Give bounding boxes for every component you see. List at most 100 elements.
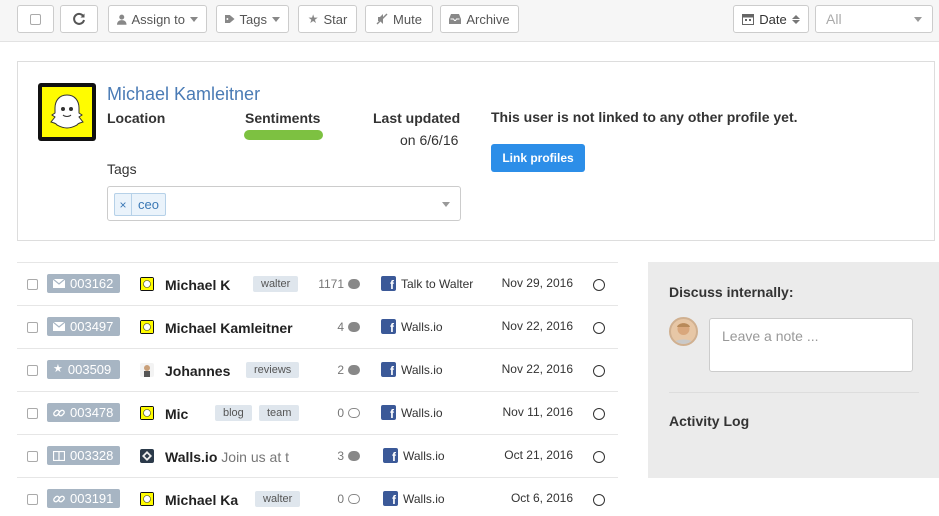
source-name: Walls.io [401,363,443,377]
row-tag[interactable]: blog [215,405,252,421]
conversation-id: 003191 [70,491,114,506]
comment-count: 1171 [308,277,360,291]
mute-button[interactable]: Mute [365,5,433,33]
row-checkbox[interactable] [27,322,38,333]
envelope-icon [53,279,65,288]
sort-arrows-icon [791,14,800,24]
conversation-id-badge[interactable]: 003162 [47,274,120,293]
conversation-id-badge[interactable]: ★ 003509 [47,360,120,379]
assign-to-label: Assign to [131,11,185,27]
comment-bubble-icon [348,408,360,418]
message-preview: Join us at t [221,449,289,465]
row-checkbox[interactable] [27,494,38,505]
mute-button-label: Mute [393,11,422,27]
sort-date-label: Date [759,11,787,27]
comment-bubble-icon [348,365,360,375]
snapchat-avatar-icon [42,87,92,137]
comment-count: 4 [308,320,360,334]
mute-icon [376,13,388,25]
status-radio[interactable] [593,365,605,377]
row-checkbox[interactable] [27,408,38,419]
archive-button[interactable]: Archive [440,5,519,33]
conversation-date: Nov 29, 2016 [501,276,573,290]
row-tag[interactable]: team [259,405,300,421]
list-item[interactable]: 003478 Mic blog team 0 f Walls.io Nov 11… [17,391,618,434]
avatar [140,363,154,377]
sort-date-button[interactable]: Date [733,5,809,33]
conversation-id-badge[interactable]: 003191 [47,489,120,508]
avatar [140,320,154,334]
facebook-icon: f [381,319,396,334]
comment-count: 2 [308,363,360,377]
source-name: Walls.io [403,449,445,463]
toolbar: Assign to Tags ★ Star Mute Archive Date … [0,0,939,42]
conversation-id-badge[interactable]: 003328 [47,446,120,465]
star-icon: ★ [307,12,319,26]
location-label: Location [107,110,166,126]
comment-bubble-icon [348,322,360,332]
filter-select[interactable]: All [815,5,933,33]
select-all-checkbox-button[interactable] [17,5,54,33]
tag-icon [225,15,235,23]
comment-bubble-icon [348,494,360,504]
tags-select[interactable]: × ceo [107,186,461,221]
status-radio[interactable] [593,322,605,334]
sender-name: Johannes [165,363,230,379]
conversation-id-badge[interactable]: 003478 [47,403,120,422]
refresh-icon [73,12,85,25]
sender-name-text: Johannes [165,363,231,379]
list-item[interactable]: 003328 Walls.io Join us at t 3 f Walls.i… [17,434,618,477]
status-radio[interactable] [593,408,605,420]
note-input[interactable] [709,318,913,372]
facebook-icon: f [381,276,396,291]
row-checkbox[interactable] [27,279,38,290]
user-name-link[interactable]: Michael Kamleitner [107,84,260,105]
status-radio[interactable] [593,279,605,291]
conversation-id-badge[interactable]: 003497 [47,317,120,336]
avatar [38,83,96,141]
facebook-icon: f [381,362,396,377]
sender-name-text: Mic [165,406,189,422]
sender-name-text: Michael K [165,277,231,293]
star-button-label: Star [323,11,348,27]
list-item[interactable]: 003191 Michael Ka walter 0 f Walls.io Oc… [17,477,618,516]
side-panel: Discuss internally: Activity Log [648,262,939,478]
assign-to-button[interactable]: Assign to [108,5,207,33]
calendar-icon [742,14,755,25]
source-name: Walls.io [403,492,445,506]
row-tag[interactable]: reviews [246,362,300,378]
tags-button[interactable]: Tags [216,5,289,33]
tag-chip-label: ceo [138,197,159,212]
columns-icon [53,450,65,461]
conversation-date: Oct 6, 2016 [510,491,573,505]
row-tag[interactable]: walter [253,276,299,292]
comment-count-value: 4 [337,320,344,334]
remove-tag-icon[interactable]: × [115,194,132,215]
status-radio[interactable] [593,494,605,506]
star-icon: ★ [53,363,63,375]
list-item[interactable]: ★ 003509 Johannes reviews 2 f Walls.io N… [17,348,618,391]
refresh-button[interactable] [60,5,98,33]
row-checkbox[interactable] [27,365,38,376]
conversation-date: Oct 21, 2016 [504,448,573,462]
conversation-id: 003478 [70,405,114,420]
tag-chip-ceo: × ceo [114,193,166,216]
comment-count-value: 0 [337,492,344,506]
comment-count-value: 3 [337,449,344,463]
list-item[interactable]: 003162 Michael K walter 1171 f Talk to W… [17,262,618,305]
star-button[interactable]: ★ Star [298,5,357,33]
sender-name: Mic [165,406,188,422]
sender-name: Michael Kamleitner [165,320,293,336]
sender-name: Michael Ka [165,492,238,508]
conversation-date: Nov 22, 2016 [501,362,573,376]
comment-count: 0 [308,492,360,506]
status-radio[interactable] [593,451,605,463]
user-icon [117,14,127,25]
chevron-down-icon[interactable] [442,202,450,207]
conversation-date: Nov 22, 2016 [501,319,573,333]
conversation-id: 003509 [67,362,112,377]
row-tag[interactable]: walter [255,491,301,507]
link-profiles-button[interactable]: Link profiles [491,144,585,172]
row-checkbox[interactable] [27,451,38,462]
list-item[interactable]: 003497 Michael Kamleitner 4 f Walls.io N… [17,305,618,348]
